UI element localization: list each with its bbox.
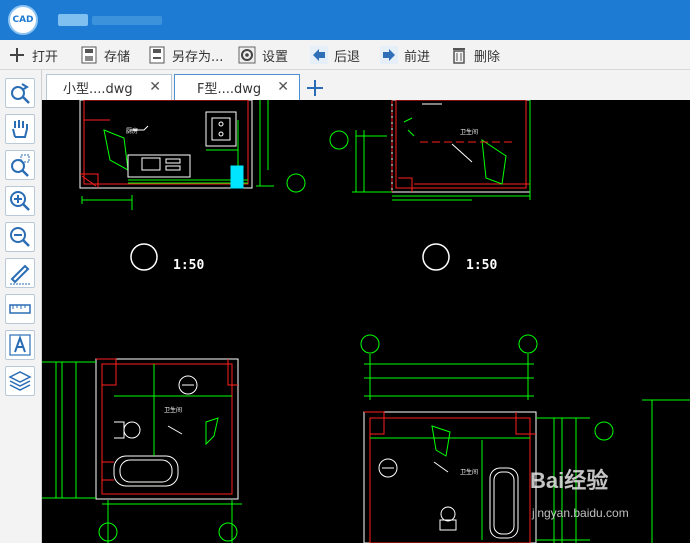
tab-label: F型....dwg bbox=[197, 82, 262, 97]
back-button-label: 后退 bbox=[334, 49, 361, 65]
layers-icon bbox=[8, 371, 32, 391]
zoom-out-icon bbox=[10, 227, 30, 247]
app-logo: CAD bbox=[8, 5, 38, 35]
save-as-button[interactable]: 另存为... bbox=[148, 44, 223, 66]
tab-label: 小型....dwg bbox=[63, 82, 133, 97]
watermark-url: jingyan.baidu.com bbox=[532, 506, 629, 520]
room-label: 厨房 bbox=[126, 127, 138, 135]
tool-sidebar bbox=[0, 70, 42, 543]
watermark-brand: Bai经验 bbox=[530, 468, 609, 493]
save-button[interactable]: 存储 bbox=[80, 44, 130, 66]
annotate-button[interactable] bbox=[5, 258, 35, 288]
room-label: 卫生间 bbox=[460, 128, 478, 136]
pan-hand-icon bbox=[12, 120, 28, 138]
document-tabs: 小型....dwg ✕ F型....dwg ✕ bbox=[42, 70, 690, 100]
measure-button[interactable] bbox=[5, 294, 35, 324]
plus-icon bbox=[307, 80, 323, 96]
scale-label: 1:50 bbox=[173, 258, 205, 273]
refresh-view-icon bbox=[11, 83, 30, 104]
tab-small-dwg[interactable]: 小型....dwg ✕ bbox=[46, 74, 172, 100]
add-tab-button[interactable] bbox=[304, 77, 326, 99]
title-bar: CAD bbox=[0, 0, 690, 40]
delete-button-label: 删除 bbox=[474, 49, 501, 65]
back-button[interactable]: 后退 bbox=[310, 44, 360, 66]
scale-circle bbox=[130, 243, 158, 271]
zoom-in-icon bbox=[10, 191, 30, 211]
room-label: 卫生间 bbox=[460, 468, 478, 476]
blurred-title-2 bbox=[92, 16, 162, 25]
close-icon[interactable]: ✕ bbox=[277, 79, 289, 95]
zoom-out-button[interactable] bbox=[5, 222, 35, 252]
measure-ruler-icon bbox=[9, 304, 31, 314]
zoom-in-button[interactable] bbox=[5, 186, 35, 216]
pan-button[interactable] bbox=[5, 114, 35, 144]
undo-arrow-icon bbox=[310, 46, 328, 64]
open-button-label: 打开 bbox=[32, 49, 59, 65]
plus-icon bbox=[8, 46, 26, 64]
save-icon bbox=[80, 46, 98, 64]
scale-circle bbox=[422, 243, 450, 271]
redo-arrow-icon bbox=[380, 46, 398, 64]
forward-button-label: 前进 bbox=[404, 49, 431, 65]
plan-top-left: 厨房 bbox=[79, 100, 306, 210]
close-icon[interactable]: ✕ bbox=[149, 79, 161, 95]
text-button[interactable] bbox=[5, 330, 35, 360]
save-as-button-label: 另存为... bbox=[172, 49, 224, 65]
plan-top-right: 卫生间 bbox=[329, 100, 531, 201]
zoom-window-button[interactable] bbox=[5, 150, 35, 180]
scale-label: 1:50 bbox=[466, 258, 498, 273]
app-logo-text: CAD bbox=[12, 15, 34, 25]
room-label: 卫生间 bbox=[164, 406, 182, 414]
layers-button[interactable] bbox=[5, 366, 35, 396]
text-icon bbox=[9, 334, 31, 356]
save-as-icon bbox=[148, 46, 166, 64]
settings-button[interactable]: 设置 bbox=[238, 44, 288, 66]
main-toolbar: 打开 存储 另存为... 设置 后退 前进 删除 bbox=[0, 40, 690, 70]
open-button[interactable]: 打开 bbox=[8, 44, 58, 66]
trash-icon bbox=[450, 46, 468, 64]
plan-bottom-right: 卫生间 bbox=[360, 334, 690, 543]
refresh-view-button[interactable] bbox=[5, 78, 35, 108]
zoom-window-icon bbox=[11, 154, 30, 177]
delete-button[interactable]: 删除 bbox=[450, 44, 500, 66]
tab-f-dwg[interactable]: F型....dwg ✕ bbox=[174, 74, 300, 100]
forward-button[interactable]: 前进 bbox=[380, 44, 430, 66]
plan-bottom-left: 卫生间 bbox=[42, 358, 242, 543]
blurred-title bbox=[58, 14, 88, 26]
gear-icon bbox=[238, 46, 256, 64]
annotate-pen-icon bbox=[10, 264, 30, 285]
save-button-label: 存储 bbox=[104, 49, 131, 65]
settings-button-label: 设置 bbox=[262, 49, 289, 65]
